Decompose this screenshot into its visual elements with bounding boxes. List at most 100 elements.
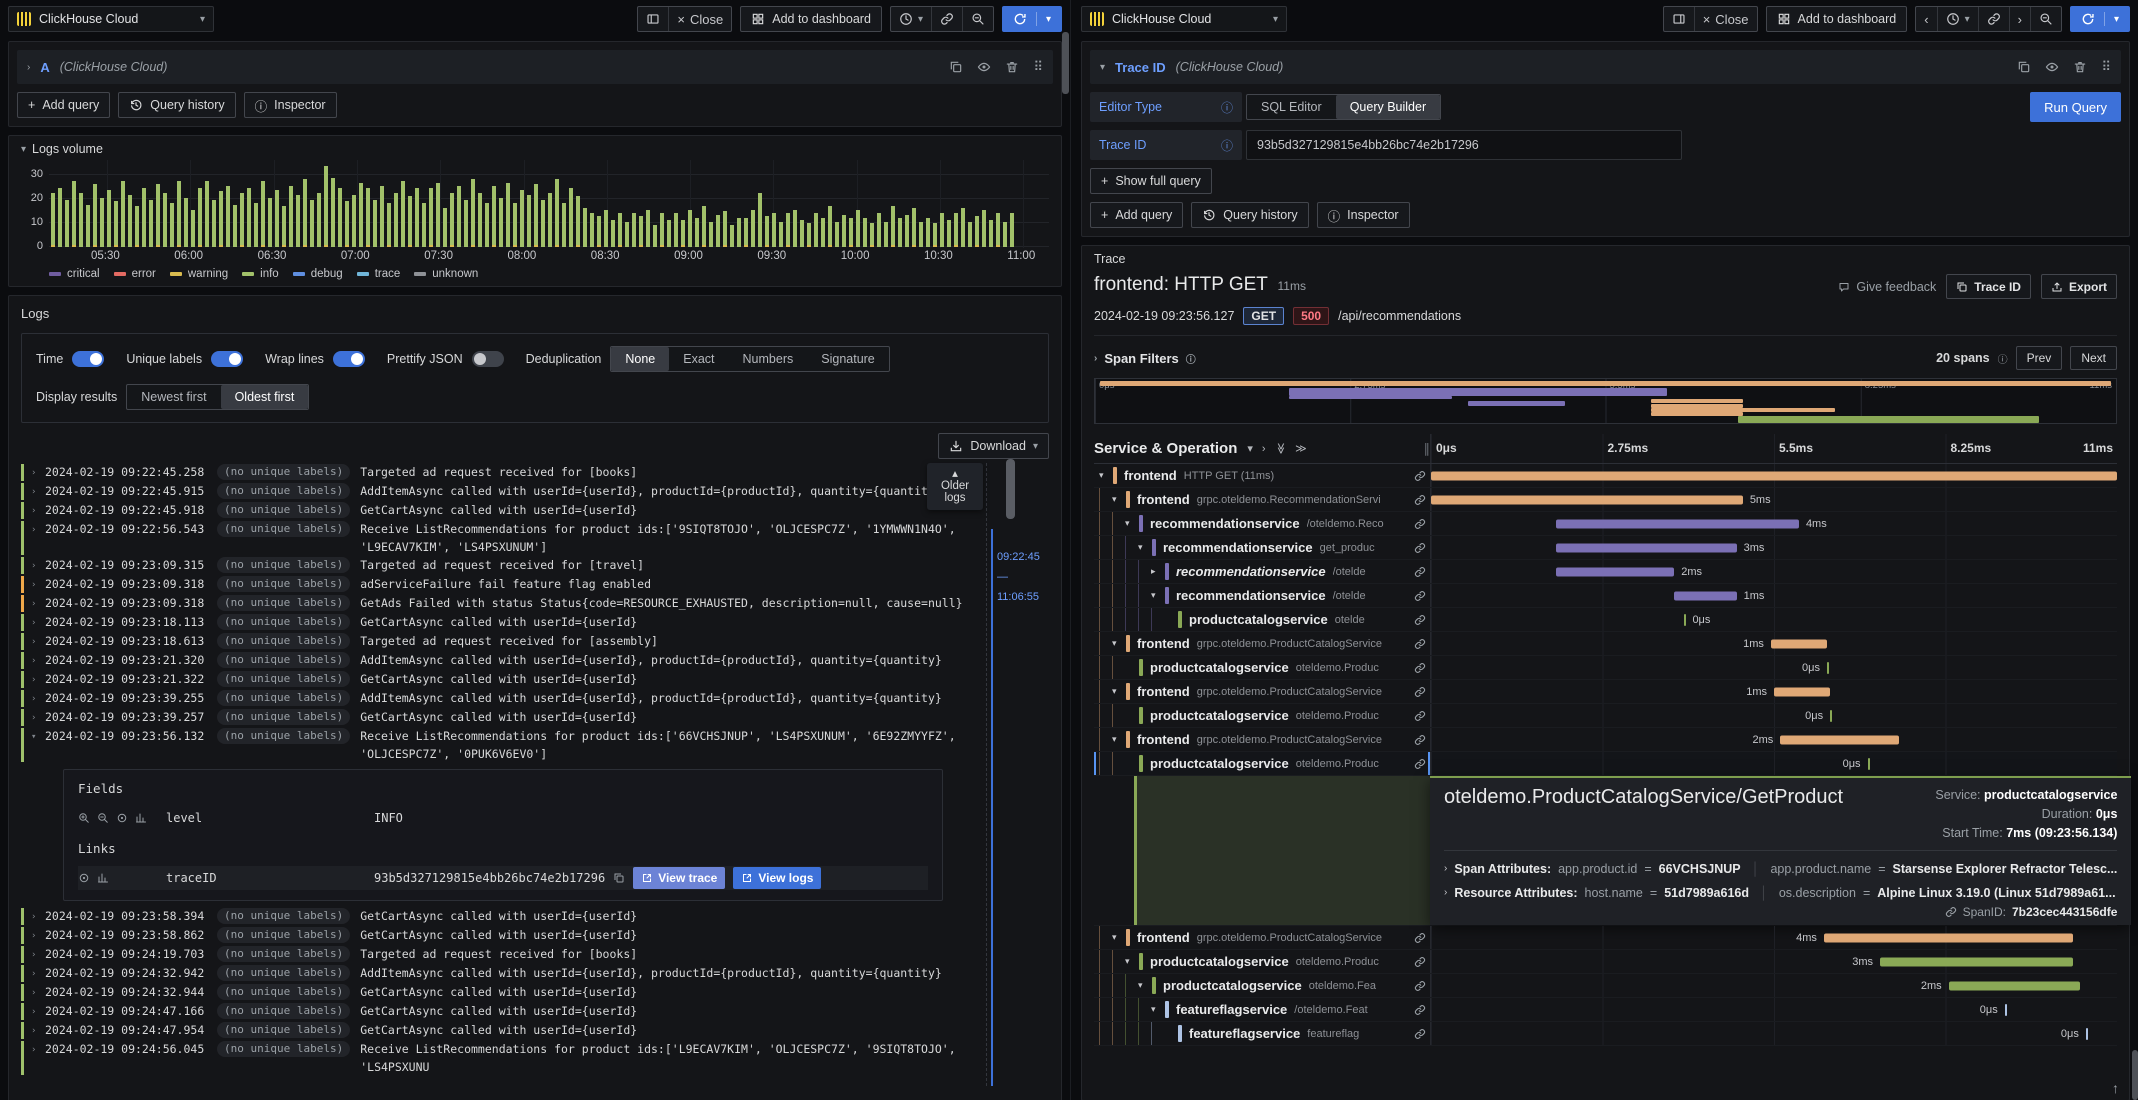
span-link-icon[interactable]: [1414, 662, 1426, 674]
time-picker-button[interactable]: ▾: [891, 7, 932, 31]
next-button[interactable]: Next: [2070, 346, 2117, 370]
log-row[interactable]: › 2024-02-19 09:22:45.918 (no unique label…: [21, 501, 973, 520]
expand-log-icon[interactable]: ›: [31, 501, 45, 520]
span-link-icon[interactable]: [1414, 638, 1426, 650]
span-link-icon[interactable]: [1414, 758, 1426, 770]
span-timeline-cell[interactable]: 0μs: [1430, 998, 2117, 1021]
view-trace-button[interactable]: View trace: [633, 867, 726, 889]
span-link-icon[interactable]: [1414, 542, 1426, 554]
expand-span-icon[interactable]: ▾: [1138, 980, 1152, 991]
span-row[interactable]: ▸ recommendationservice/otelde 2ms: [1094, 560, 2117, 584]
expand-span-icon[interactable]: ▸: [1151, 566, 1165, 577]
close-left-button[interactable]: × Close: [669, 7, 731, 31]
span-link-icon[interactable]: [1414, 590, 1426, 602]
expand-log-icon[interactable]: ▾: [31, 727, 45, 746]
log-row[interactable]: › 2024-02-19 09:23:18.613 (no unique label…: [21, 632, 973, 651]
prev-button[interactable]: Prev: [2015, 346, 2063, 370]
dedup-option-numbers[interactable]: Numbers: [729, 347, 808, 371]
delete-query-icon[interactable]: [2073, 60, 2087, 74]
span-row[interactable]: ▾ productcatalogservice oteldemo.Produc 3ms: [1094, 950, 2117, 974]
dedup-option-none[interactable]: None: [611, 347, 670, 371]
span-timeline-cell[interactable]: 2ms: [1430, 560, 2117, 583]
expand-span-icon[interactable]: ▾: [1125, 518, 1139, 529]
expand-log-icon[interactable]: ›: [31, 463, 45, 482]
toggle-off[interactable]: [471, 351, 504, 367]
chart-plot-area[interactable]: [49, 160, 1049, 248]
legend-item[interactable]: error: [113, 268, 156, 280]
toggle-visibility-icon[interactable]: [78, 872, 90, 884]
span-timeline-cell[interactable]: 3ms: [1430, 950, 2117, 973]
legend-item[interactable]: debug: [292, 268, 343, 280]
span-row[interactable]: ▾ featureflagservice/oteldemo.Feat 0μs: [1094, 998, 2117, 1022]
log-row[interactable]: › 2024-02-19 09:24:19.703 (no unique label…: [21, 945, 973, 964]
download-button[interactable]: Download ▾: [938, 433, 1049, 459]
close-split-pane-button[interactable]: [1664, 7, 1695, 31]
ad-hoc-stats-icon[interactable]: [97, 872, 109, 884]
expand-span-icon[interactable]: ▾: [1151, 590, 1165, 601]
shift-time-forward-button[interactable]: ›: [2010, 7, 2031, 31]
span-row[interactable]: ▾ frontend grpc.oteldemo.ProductCatalogSer…: [1094, 728, 2117, 752]
span-row[interactable]: featureflagservice featureflag 0μs: [1094, 1022, 2117, 1046]
expand-span-icon[interactable]: ▾: [1112, 494, 1126, 505]
span-link-icon[interactable]: [1414, 566, 1426, 578]
add-query-button[interactable]: + Add query: [17, 92, 111, 118]
time-picker-button[interactable]: ▾: [1938, 7, 1979, 31]
span-timeline-cell[interactable]: 0μs: [1430, 1022, 2117, 1045]
span-row[interactable]: ▾ recommendationservice/otelde 1ms: [1094, 584, 2117, 608]
left-add-to-dashboard-button[interactable]: Add to dashboard: [740, 6, 882, 32]
toggle-visibility-icon[interactable]: [116, 812, 128, 824]
span-link-icon[interactable]: [1414, 1028, 1426, 1040]
span-link-icon[interactable]: [1414, 980, 1426, 992]
legend-item[interactable]: unknown: [414, 268, 478, 280]
log-row[interactable]: › 2024-02-19 09:24:32.942 (no unique label…: [21, 964, 973, 983]
toggle-on[interactable]: [332, 351, 365, 367]
expand-span-icon[interactable]: ▾: [1138, 542, 1152, 553]
expand-all-icon[interactable]: ≫: [1295, 442, 1307, 455]
span-row[interactable]: ▾ productcatalogservice oteldemo.Fea 2ms: [1094, 974, 2117, 998]
filter-out-value-icon[interactable]: [97, 812, 109, 824]
legend-item[interactable]: warning: [169, 268, 228, 280]
expand-log-icon[interactable]: ›: [31, 482, 45, 501]
span-link-icon[interactable]: [1414, 518, 1426, 530]
display-option-oldest-first[interactable]: Oldest first: [220, 385, 309, 409]
duplicate-query-icon[interactable]: [2017, 60, 2031, 74]
legend-item[interactable]: trace: [356, 268, 400, 280]
span-link-icon[interactable]: [1414, 614, 1426, 626]
span-row[interactable]: productcatalogservice oteldemo.Produc 0μs: [1094, 752, 2117, 776]
left-refresh-button[interactable]: ▾: [1001, 6, 1062, 32]
span-timeline-cell[interactable]: 1ms: [1430, 632, 2117, 655]
toggle-on[interactable]: [72, 351, 105, 367]
share-link-button[interactable]: [1979, 7, 2010, 31]
expand-span-icon[interactable]: ▾: [1112, 686, 1126, 697]
expand-log-icon[interactable]: ›: [31, 556, 45, 575]
shift-time-back-button[interactable]: ‹: [1916, 7, 1938, 31]
span-row[interactable]: ▾ frontend grpc.oteldemo.ProductCatalogSer…: [1094, 680, 2117, 704]
span-timeline-cell[interactable]: 0μs: [1430, 608, 2117, 631]
expand-log-icon[interactable]: ›: [31, 1002, 45, 1021]
expand-span-icon[interactable]: ▾: [1099, 470, 1113, 481]
log-row[interactable]: › 2024-02-19 09:23:58.394 (no unique label…: [21, 907, 973, 926]
log-row[interactable]: › 2024-02-19 09:23:39.255 (no unique label…: [21, 689, 973, 708]
logs-volume-header[interactable]: ▾ Logs volume: [21, 142, 1049, 156]
log-row[interactable]: › 2024-02-19 09:23:58.862 (no unique label…: [21, 926, 973, 945]
span-filters-toggle[interactable]: › Span Filters ⓘ: [1094, 351, 1196, 366]
expand-log-icon[interactable]: ›: [31, 964, 45, 983]
collapse-one-icon[interactable]: ▾: [1247, 442, 1253, 455]
expand-span-icon[interactable]: ▾: [1151, 1004, 1165, 1015]
span-row[interactable]: ▾ frontend grpc.oteldemo.ProductCatalogSer…: [1094, 632, 2117, 656]
span-timeline-cell[interactable]: 4ms: [1430, 926, 2117, 949]
span-timeline-cell[interactable]: [1430, 464, 2117, 487]
expand-log-icon[interactable]: ›: [31, 520, 45, 539]
left-datasource-picker[interactable]: ClickHouse Cloud ▾: [8, 6, 214, 32]
span-timeline-cell[interactable]: 0μs: [1430, 704, 2117, 727]
log-row[interactable]: › 2024-02-19 09:24:32.944 (no unique label…: [21, 983, 973, 1002]
toggle-on[interactable]: [211, 351, 244, 367]
logs-scrollbar-thumb[interactable]: [1006, 459, 1015, 519]
log-row[interactable]: › 2024-02-19 09:23:09.318 (no unique label…: [21, 575, 973, 594]
delete-query-icon[interactable]: [1005, 60, 1019, 74]
unique-labels-toggle[interactable]: Unique labels: [126, 351, 244, 367]
inspector-button[interactable]: ⓘ Inspector: [243, 92, 337, 118]
span-row[interactable]: ▾ frontend grpc.oteldemo.RecommendationSer…: [1094, 488, 2117, 512]
expand-log-icon[interactable]: ›: [31, 708, 45, 727]
editor-type-option-sql-editor[interactable]: SQL Editor: [1247, 95, 1336, 119]
